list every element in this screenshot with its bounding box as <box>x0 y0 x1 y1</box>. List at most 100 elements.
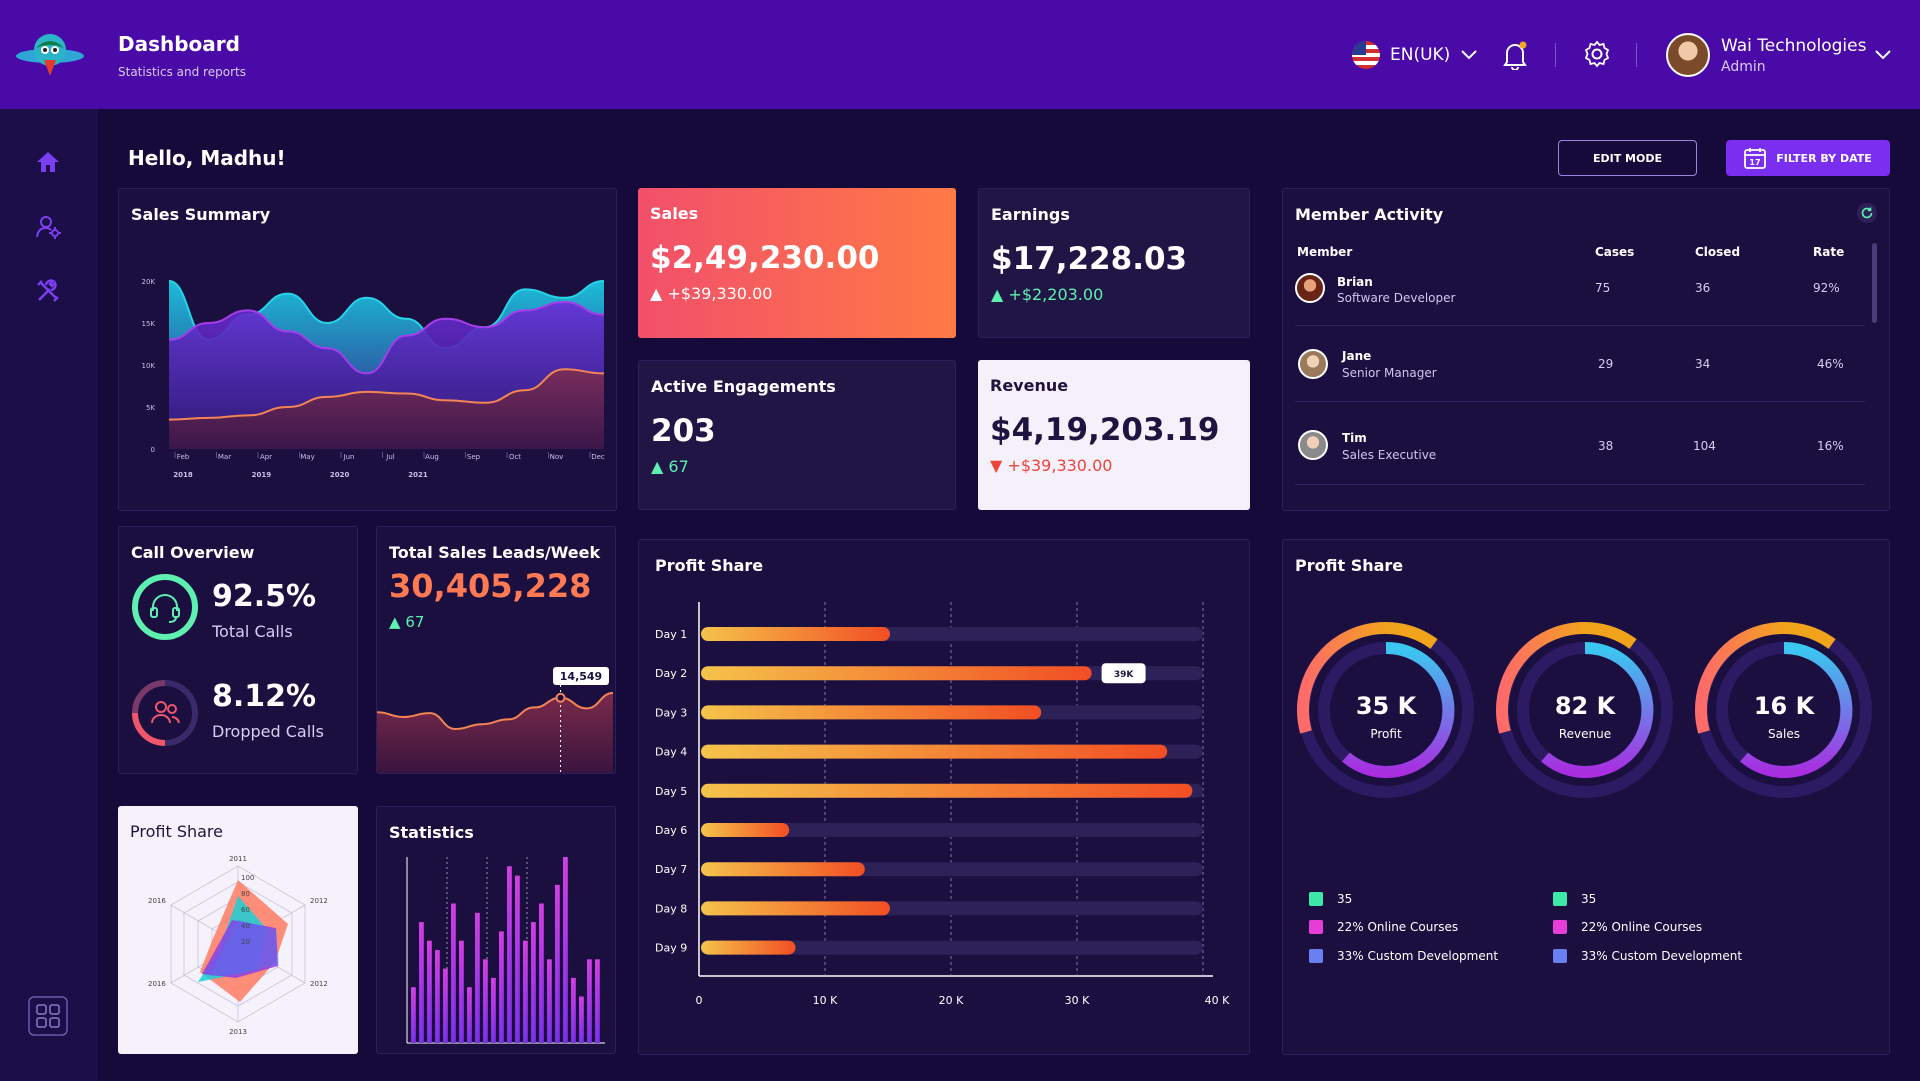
divider <box>1636 43 1637 67</box>
month-label: Mar <box>218 453 231 461</box>
radar-scale-label: 100 <box>241 874 254 882</box>
filter-by-date-button[interactable]: 17 FILTER BY DATE <box>1726 140 1890 176</box>
users-icon <box>132 680 198 746</box>
year-label: 2018 <box>173 471 193 479</box>
user-avatar[interactable] <box>1666 33 1710 77</box>
profit-share-bar-chart: 0 10 K 20 K 30 K 40 K Day 1 Day 2 Day 3 Day 4 Day… <box>655 602 1230 1007</box>
member-name: Jane <box>1342 349 1372 363</box>
profit-bar[interactable] <box>701 862 865 877</box>
revenue-delta-value: +$39,330.00 <box>1007 456 1113 475</box>
profit-bar[interactable] <box>701 744 1168 759</box>
category-label: Day 7 <box>655 863 687 876</box>
legend-label: 33% Custom Development <box>1337 949 1499 963</box>
stat-bar[interactable] <box>579 996 584 1044</box>
donut-value: 16 K <box>1754 692 1816 720</box>
revenue-card[interactable]: Revenue $4,19,203.19 ▼ +$39,330.00 <box>978 360 1250 510</box>
stat-bar[interactable] <box>499 931 504 1043</box>
stat-bar[interactable] <box>507 866 512 1043</box>
radar-axis-label: 2012 <box>310 897 328 905</box>
scrollbar[interactable] <box>1872 243 1877 323</box>
leads-value: 30,405,228 <box>389 567 592 605</box>
user-settings-icon[interactable] <box>36 215 62 239</box>
stat-bar[interactable] <box>427 940 432 1043</box>
tools-icon[interactable] <box>36 279 60 303</box>
earnings-delta-value: +$2,203.00 <box>1008 285 1104 304</box>
card-title: Statistics <box>389 823 474 842</box>
donut-profit[interactable]: 35 K Profit <box>1296 621 1474 798</box>
profit-bar[interactable] <box>701 901 890 916</box>
avatar <box>1298 349 1328 379</box>
row-divider <box>1295 401 1865 402</box>
radar-axis-label: 2011 <box>229 855 247 863</box>
gear-icon[interactable] <box>1583 40 1611 68</box>
stat-bar[interactable] <box>451 903 456 1044</box>
arrow-up-icon: ▲ <box>651 457 664 476</box>
statistics-chart <box>406 857 605 1044</box>
card-title: Profit Share <box>130 822 223 841</box>
profit-bar[interactable] <box>701 627 890 641</box>
total-calls-label: Total Calls <box>212 622 293 641</box>
donut-revenue[interactable]: 82 K Revenue <box>1495 621 1673 798</box>
closed-value: 104 <box>1693 439 1716 453</box>
stat-bar[interactable] <box>467 987 472 1043</box>
stat-bar[interactable] <box>539 903 544 1044</box>
legend-swatch <box>1553 920 1567 934</box>
earnings-card[interactable]: Earnings $17,228.03 ▲ +$2,203.00 <box>978 188 1250 338</box>
month-label: Apr <box>260 453 272 461</box>
stat-bar[interactable] <box>435 950 440 1043</box>
stat-bar[interactable] <box>571 977 576 1043</box>
sales-delta: ▲ +$39,330.00 <box>650 284 772 303</box>
tooltip-marker[interactable] <box>555 692 566 703</box>
stat-bar[interactable] <box>595 959 600 1043</box>
donut-value: 82 K <box>1555 692 1617 720</box>
app-logo[interactable] <box>14 30 86 80</box>
sales-leads-card: Total Sales Leads/Week 30,405,228 ▲ 67 1… <box>376 526 616 774</box>
stat-bar[interactable] <box>515 875 520 1043</box>
profit-bar[interactable] <box>701 705 1042 720</box>
stat-bar[interactable] <box>547 959 552 1043</box>
edit-mode-button[interactable]: EDIT MODE <box>1558 140 1697 176</box>
month-label: Jun <box>343 453 355 461</box>
sales-value: $2,49,230.00 <box>650 240 880 276</box>
legend-swatch <box>1553 949 1567 963</box>
card-title: Sales <box>650 204 699 223</box>
revenue-delta: ▼ +$39,330.00 <box>990 456 1112 475</box>
profit-bar[interactable] <box>701 940 796 955</box>
stat-bar[interactable] <box>491 977 496 1043</box>
stat-bar[interactable] <box>419 922 424 1043</box>
sales-card[interactable]: Sales $2,49,230.00 ▲ +$39,330.00 <box>638 188 956 338</box>
stat-bar[interactable] <box>531 922 536 1043</box>
stat-bar[interactable] <box>475 912 480 1043</box>
bell-icon[interactable] <box>1502 40 1528 70</box>
leads-chart: 14,549 <box>377 667 614 773</box>
home-icon[interactable] <box>36 151 60 173</box>
stat-bar[interactable] <box>411 987 416 1043</box>
stat-bar[interactable] <box>523 940 528 1043</box>
profit-share-radar-card: Profit Share 2011 2012 2012 2013 2016 20… <box>118 806 358 1054</box>
stat-bar[interactable] <box>443 968 448 1043</box>
stat-bar[interactable] <box>555 884 560 1043</box>
legend-swatch <box>1553 892 1567 906</box>
filter-by-date-label: FILTER BY DATE <box>1776 151 1872 165</box>
year-label: 2021 <box>408 471 428 479</box>
row-divider <box>1295 325 1865 326</box>
avatar <box>1295 273 1325 303</box>
profit-bar[interactable] <box>701 666 1092 681</box>
refresh-icon[interactable] <box>1857 203 1877 223</box>
page-title: Dashboard <box>118 32 240 56</box>
profit-bar[interactable] <box>701 783 1193 798</box>
profit-bar[interactable] <box>701 823 790 837</box>
user-name[interactable]: Wai Technologies <box>1721 36 1866 56</box>
donut-sales[interactable]: 16 K Sales <box>1694 621 1872 798</box>
stat-bar[interactable] <box>483 959 488 1043</box>
active-engagements-card[interactable]: Active Engagements 203 ▲ 67 <box>638 360 956 510</box>
stat-bar[interactable] <box>563 857 568 1043</box>
stat-bar[interactable] <box>587 959 592 1043</box>
apps-grid-icon[interactable] <box>28 996 68 1036</box>
category-label: Day 3 <box>655 706 687 719</box>
headset-icon <box>132 574 198 640</box>
x-tick-label: 20 K <box>939 994 964 1007</box>
chevron-down-icon[interactable] <box>1874 49 1892 61</box>
stat-bar[interactable] <box>459 940 464 1043</box>
language-selector[interactable]: EN(UK) <box>1352 41 1478 69</box>
